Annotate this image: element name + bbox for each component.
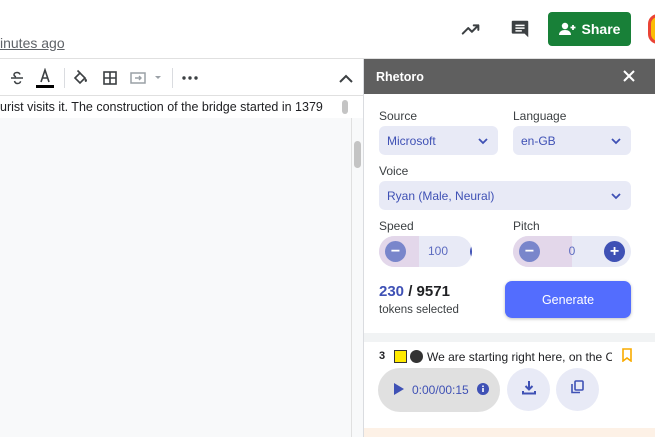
token-count: 230 / 9571 [379,283,450,300]
share-button[interactable]: Share [548,12,631,46]
voice-color-dot [410,350,423,363]
last-edit-link[interactable]: inutes ago [0,35,65,51]
add-person-icon [558,22,576,36]
borders-icon[interactable] [100,68,120,88]
comment-icon[interactable] [508,17,532,41]
pitch-label: Pitch [513,219,540,233]
document-text-line[interactable]: urist visits it. The construction of the… [0,97,345,117]
playback-time: 0:00/00:15 [412,383,469,397]
chevron-down-icon [611,189,621,203]
play-icon[interactable] [394,382,404,398]
share-label: Share [581,21,621,37]
tokens-selected: 230 [379,283,405,300]
tokens-total: 9571 [416,283,450,300]
section-divider [364,333,655,342]
strikethrough-icon[interactable] [8,69,26,87]
download-button[interactable] [507,368,550,411]
toolbar-divider-2 [172,68,173,88]
sidebar-title: Rhetoro [376,70,424,84]
voice-value: Ryan (Male, Neural) [387,188,495,203]
language-label: Language [513,109,567,123]
minus-icon[interactable]: − [519,241,540,262]
language-select[interactable]: en-GB [513,126,631,155]
info-icon[interactable] [476,382,489,398]
speed-label: Speed [379,219,414,233]
merge-cells-icon[interactable] [128,68,164,88]
source-select[interactable]: Microsoft [379,126,498,155]
chevron-down-icon [478,134,488,148]
source-label: Source [379,109,418,123]
scrollbar-thumb[interactable] [342,100,348,114]
minus-icon[interactable]: − [385,241,406,262]
source-value: Microsoft [387,133,436,148]
tokens-caption: tokens selected [379,304,459,316]
highlight-color-swatch [394,350,407,363]
chevron-down-icon [611,134,621,148]
voice-select[interactable]: Ryan (Male, Neural) [379,181,631,210]
toolbar-divider [64,68,65,88]
pitch-stepper[interactable]: − 0 + [513,236,631,267]
plus-icon[interactable]: + [604,241,625,262]
voice-label: Voice [379,164,409,178]
next-history-item [364,428,655,437]
download-icon [521,380,536,400]
speed-value[interactable]: 100 [418,244,458,258]
history-text[interactable]: We are starting right here, on the C... [427,350,612,364]
bookmark-icon[interactable] [621,348,633,363]
tokens-separator: / [404,283,417,300]
audio-player[interactable]: 0:00/00:15 [378,368,500,412]
document-canvas[interactable] [0,118,363,437]
copy-icon [571,380,584,399]
generate-button[interactable]: Generate [505,281,631,318]
trending-up-icon[interactable] [459,17,483,41]
avatar[interactable] [648,14,655,44]
vertical-scrollbar-thumb[interactable] [354,141,361,168]
speed-stepper[interactable]: − 100 + [379,236,472,267]
fill-color-icon[interactable] [71,68,91,88]
text-color-icon[interactable] [34,66,56,90]
pitch-value[interactable]: 0 [552,244,592,258]
language-value: en-GB [521,133,556,148]
history-index: 3 [379,350,386,362]
copy-button[interactable] [556,368,599,411]
document-divider [351,118,352,437]
close-icon[interactable] [620,67,638,85]
collapse-icon[interactable] [336,68,356,88]
more-icon[interactable] [180,68,200,88]
